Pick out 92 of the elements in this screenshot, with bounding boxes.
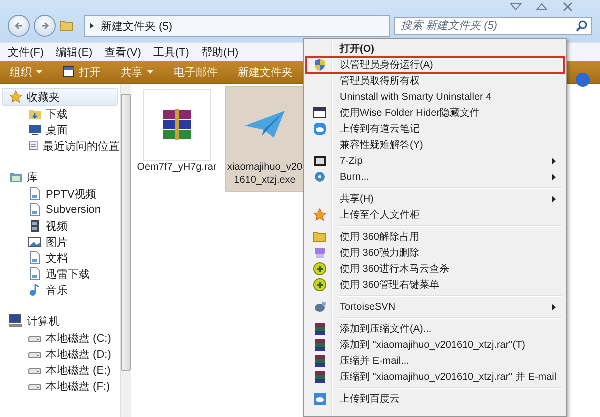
caret-icon — [89, 22, 95, 30]
film-icon — [28, 219, 42, 233]
folder-icon — [28, 107, 42, 121]
menu-item[interactable]: 上传到百度云 — [306, 391, 564, 407]
file-name: xiaomajihuo_v20 — [227, 161, 303, 174]
folder-icon — [313, 230, 327, 244]
menu-item[interactable]: 使用 360管理右键菜单 — [306, 277, 564, 293]
paper-plane-drawing — [244, 110, 286, 140]
menu-entry[interactable]: 帮助(H) — [201, 44, 239, 60]
minimize-icon — [510, 2, 522, 12]
file-name: 1610_xtzj.exe — [234, 174, 296, 187]
archive-icon — [313, 354, 327, 368]
sidebar-item[interactable]: 视频 — [0, 218, 120, 234]
computer-icon — [9, 314, 23, 328]
star-icon — [9, 90, 23, 104]
monitor-icon — [28, 123, 42, 137]
search-field[interactable]: 搜索 新建文件夹 (5) — [394, 17, 592, 35]
submenu-arrow-icon — [552, 304, 556, 310]
back-button[interactable] — [8, 15, 30, 37]
scrollbar[interactable] — [120, 84, 131, 417]
menu-item[interactable]: 使用 360解除占用 — [306, 229, 564, 245]
menu-item[interactable]: 添加到压缩文件(A)... — [306, 321, 564, 337]
picture-icon — [28, 235, 42, 249]
menu-item[interactable]: 添加到 "xiaomajihuo_v201610_xtzj.rar"(T) — [306, 337, 564, 353]
menu-item[interactable]: 使用Wise Folder Hider隐藏文件 — [306, 105, 564, 121]
sidebar-item[interactable]: Subversion — [0, 202, 120, 218]
archive-icon — [313, 370, 327, 384]
document-icon — [28, 267, 42, 281]
document-icon — [28, 251, 42, 265]
close-icon — [562, 2, 574, 12]
menu-item[interactable]: 共享(H) — [306, 191, 564, 207]
document-icon — [28, 187, 42, 201]
menu-item[interactable]: Burn... — [306, 169, 564, 185]
document-icon — [28, 203, 42, 217]
caret-icon — [147, 70, 154, 74]
sidebar-item[interactable]: 音乐 — [0, 282, 120, 298]
seven-zip-icon — [313, 154, 327, 168]
menu-item[interactable]: TortoiseSVN — [306, 299, 564, 315]
search-icon — [576, 20, 588, 32]
folder-path: 新建文件夹 (5) — [101, 20, 172, 34]
menu-item[interactable]: 管理员取得所有权 — [306, 73, 564, 89]
sidebar-group[interactable]: 计算机 — [2, 312, 118, 330]
sidebar-group[interactable]: 库 — [2, 168, 118, 186]
sidebar-item[interactable]: 桌面 — [0, 122, 120, 138]
menu-item[interactable]: 7-Zip — [306, 153, 564, 169]
cloud-icon — [313, 122, 327, 136]
menu-item[interactable]: 压缩并 E-mail... — [306, 353, 564, 369]
sidebar-item[interactable]: 迅雷下载 — [0, 266, 120, 282]
music-note-icon — [28, 283, 42, 297]
file-name: Oem7f7_yH7g.rar — [137, 161, 217, 174]
sidebar-item[interactable]: 文档 — [0, 250, 120, 266]
back-arrow-icon — [14, 21, 24, 31]
sidebar-item[interactable]: 本地磁盘 (C:) — [0, 330, 120, 346]
submenu-arrow-icon — [552, 196, 556, 202]
folder-icon — [60, 19, 74, 33]
archive-icon — [313, 322, 327, 336]
sidebar-item[interactable]: 本地磁盘 (E:) — [0, 362, 120, 378]
maximize-icon — [536, 2, 548, 12]
menu-item[interactable]: 使用 360强力删除 — [306, 245, 564, 261]
star-icon — [313, 208, 327, 222]
sidebar-item[interactable]: 下载 — [0, 106, 120, 122]
sidebar-item[interactable]: 本地磁盘 (F:) — [0, 378, 120, 394]
menu-item[interactable]: 压缩到 "xiaomajihuo_v201610_xtzj.rar" 并 E-mail — [306, 369, 564, 385]
window-icon — [313, 106, 327, 120]
menu-item[interactable]: 使用 360进行木马云查杀 — [306, 261, 564, 277]
submenu-arrow-icon — [552, 158, 556, 164]
menu-entry[interactable]: 文件(F) — [8, 44, 44, 60]
sidebar-item[interactable]: 图片 — [0, 234, 120, 250]
menu-item[interactable]: 兼容性疑难解答(Y) — [306, 137, 564, 153]
menu-item[interactable]: 上传到有道云笔记 — [306, 121, 564, 137]
menu-entry[interactable]: 编辑(E) — [56, 44, 93, 60]
shield-icon — [313, 58, 327, 72]
disc-icon — [313, 170, 327, 184]
address-bar[interactable]: 新建文件夹 (5) — [84, 15, 390, 37]
sidebar-group[interactable]: 收藏夹 — [2, 88, 118, 106]
sidebar-item[interactable]: 本地磁盘 (D:) — [0, 346, 120, 362]
menu-entry[interactable]: 查看(V) — [104, 44, 142, 60]
forward-arrow-icon — [40, 21, 50, 31]
sidebar-item[interactable]: PPTV视频 — [0, 186, 120, 202]
sidebar-item[interactable]: 最近访问的位置 — [0, 138, 120, 154]
menu-item[interactable]: 以管理员身份运行(A) — [306, 57, 564, 73]
submenu-arrow-icon — [552, 174, 556, 180]
file-item[interactable]: xiaomajihuo_v20 1610_xtzj.exe — [225, 86, 305, 192]
archive-icon — [313, 338, 327, 352]
menu-entry[interactable]: 工具(T) — [153, 44, 190, 60]
menu-item[interactable]: Uninstall with Smarty Uninstaller 4 — [306, 89, 564, 105]
library-icon — [9, 170, 23, 184]
menu-item[interactable]: 打开(O) — [306, 41, 564, 57]
forward-button[interactable] — [34, 15, 56, 37]
menu-item[interactable]: 上传至个人文件柜 — [306, 207, 564, 223]
caret-icon — [36, 70, 43, 74]
window-icon — [63, 66, 75, 78]
